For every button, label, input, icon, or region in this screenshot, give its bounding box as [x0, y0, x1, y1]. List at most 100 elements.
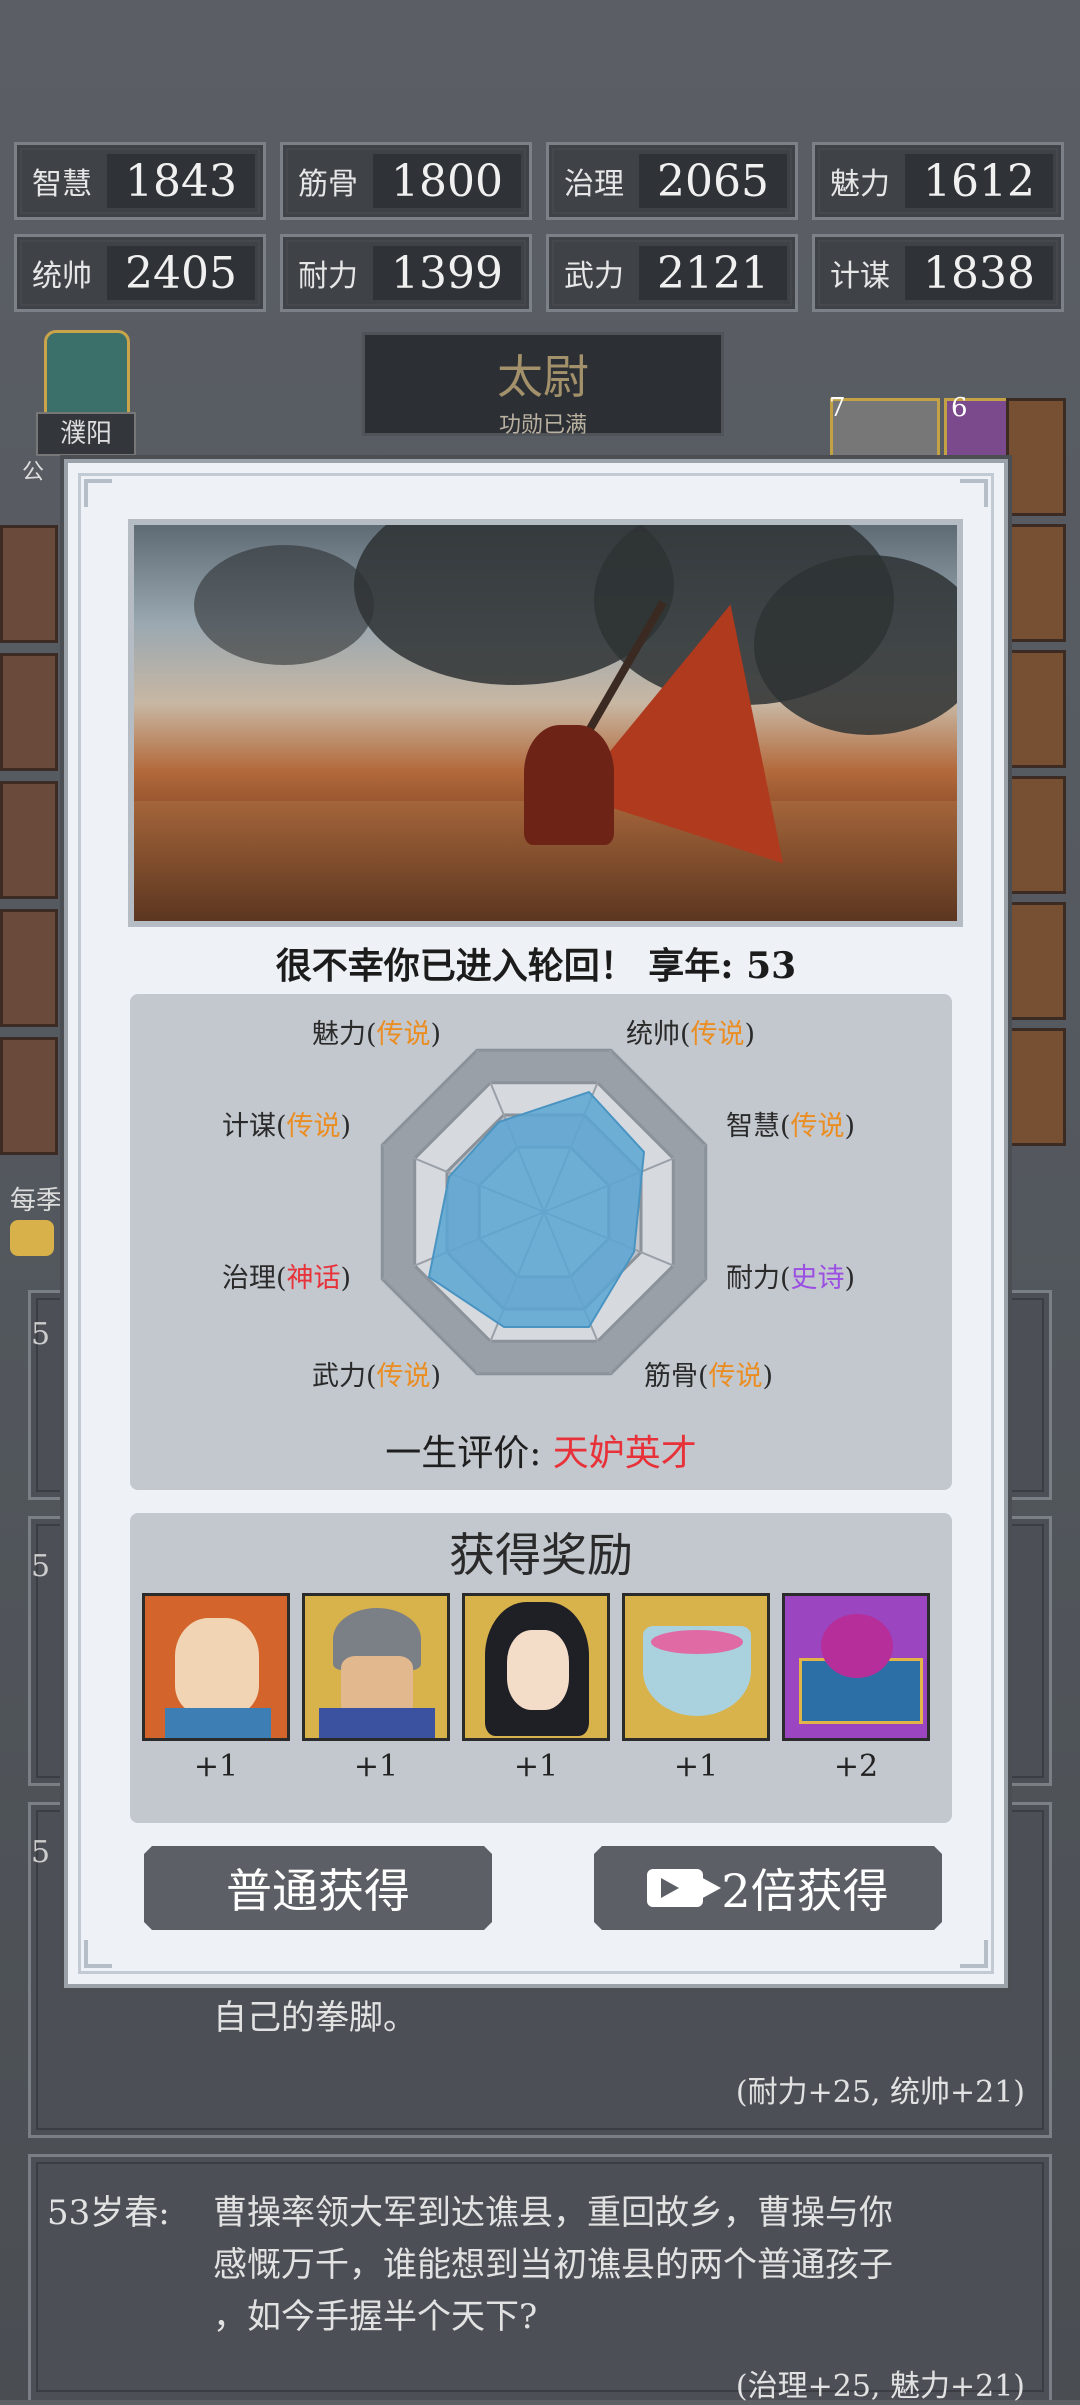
stat-box: 魅力 1612	[812, 142, 1064, 220]
rank-subtitle: 功勋已满	[498, 413, 587, 438]
rank-title-box: 太尉 功勋已满	[362, 332, 724, 438]
hero-card[interactable]	[0, 525, 58, 643]
corner-ornament	[84, 479, 112, 507]
hero-face-icon	[175, 1618, 259, 1714]
stat-box: 计谋 1838	[812, 234, 1064, 312]
location-badge[interactable]: 濮阳 公	[22, 330, 138, 485]
hero-face-icon	[507, 1630, 569, 1710]
stat-label: 筋骨	[298, 167, 358, 202]
hero-card[interactable]	[1006, 902, 1066, 1020]
hero-face-icon	[341, 1656, 413, 1716]
avatar-number: 7	[829, 393, 846, 423]
fallen-warrior	[524, 725, 614, 845]
stat-value: 1843	[107, 154, 255, 208]
radar-label-strategy: 计谋(传说)	[222, 1111, 352, 1142]
stat-box: 耐力 1399	[280, 234, 532, 312]
stat-value: 2065	[639, 154, 787, 208]
stat-box: 统帅 2405	[14, 234, 266, 312]
normal-claim-button[interactable]: 普通获得	[144, 1846, 492, 1930]
log-text: 感慨万千，谁能想到当初谯县的两个普通孩子	[213, 2245, 893, 2285]
hero-card[interactable]	[0, 909, 58, 1027]
death-message: 很不幸你已进入轮回！ 享年: 53	[275, 945, 797, 987]
reward-hero-portrait-3[interactable]	[462, 1593, 610, 1741]
reward-count: +1	[513, 1749, 559, 1784]
corner-ornament	[84, 1940, 112, 1968]
armor-icon	[319, 1708, 435, 1738]
stat-label: 魅力	[830, 167, 890, 202]
log-card: 53岁春: 曹操率领大军到达谯县，重回故乡，曹操与你 感慨万千，谁能想到当初谯县…	[28, 2154, 1052, 2404]
hero-card[interactable]	[1006, 524, 1066, 642]
stat-value: 2405	[107, 246, 255, 300]
log-text: ，如今手握半个天下?	[213, 2297, 538, 2337]
reward-hero-portrait-1[interactable]	[142, 1593, 290, 1741]
stat-box: 智慧 1843	[14, 142, 266, 220]
video-camera-icon	[647, 1869, 703, 1907]
radar-label-governance: 治理(神话)	[222, 1263, 352, 1294]
stat-label: 治理	[564, 167, 624, 202]
season-label: 每季	[10, 1186, 63, 1216]
stat-label: 耐力	[298, 259, 358, 294]
tower-icon	[44, 330, 130, 416]
log-text: 曹操率领大军到达谯县，重回故乡，曹操与你	[213, 2193, 893, 2233]
gold-ingot-icon	[10, 1220, 54, 1256]
hero-card[interactable]	[1006, 1028, 1066, 1146]
reward-count: +2	[833, 1749, 879, 1784]
rewards-panel: 获得奖励 +1 +1 +1 +1 +2	[130, 1513, 952, 1823]
log-card-age: 5	[31, 1317, 51, 1352]
reward-teacup[interactable]	[622, 1593, 770, 1741]
orb-icon	[821, 1614, 893, 1678]
stats-grid: 智慧 1843 筋骨 1800 治理 2065 魅力 1612 统帅 2405 耐力 139…	[14, 142, 1066, 312]
left-hero-column	[0, 525, 58, 1165]
hero-card[interactable]	[1006, 776, 1066, 894]
radar-label-wisdom: 智慧(传说)	[726, 1111, 856, 1142]
reward-count: +1	[673, 1749, 719, 1784]
radar-chart	[380, 1048, 708, 1376]
hero-card[interactable]	[0, 1037, 58, 1155]
stat-value: 1800	[373, 154, 521, 208]
reward-count: +1	[193, 1749, 239, 1784]
location-name: 濮阳	[36, 412, 136, 456]
normal-claim-label: 普通获得	[226, 1864, 410, 1918]
battlefield-illustration	[128, 519, 963, 927]
log-age: 53岁春:	[47, 2193, 170, 2233]
reward-hero-portrait-2[interactable]	[302, 1593, 450, 1741]
corner-ornament	[960, 479, 988, 507]
reward-count: +1	[353, 1749, 399, 1784]
hero-card[interactable]	[1006, 650, 1066, 768]
double-claim-button[interactable]: 2倍获得	[594, 1846, 942, 1930]
attribute-radar-panel: 魅力(传说) 统帅(传说) 计谋(传说) 智慧(传说) 治理(神话) 耐力(史诗…	[130, 994, 952, 1490]
reincarnation-dialog: 很不幸你已进入轮回！ 享年: 53 魅力(传说) 统帅(传说) 计谋(传说) 智…	[60, 455, 1012, 1992]
right-hero-column	[1006, 398, 1066, 1154]
stat-label: 计谋	[830, 259, 890, 294]
log-stat-change: (治理+25, 魅力+21)	[735, 2369, 1025, 2404]
stat-label: 智慧	[32, 167, 92, 202]
corner-ornament	[960, 1940, 988, 1968]
log-card-age: 5	[31, 1549, 51, 1584]
evaluation-value: 天妒英才	[552, 1433, 697, 1474]
hero-card[interactable]	[0, 653, 58, 771]
double-claim-label: 2倍获得	[721, 1864, 889, 1918]
radar-label-force: 武力(传说)	[312, 1361, 442, 1392]
radar-label-physique: 筋骨(传说)	[644, 1361, 774, 1392]
stat-value: 1612	[905, 154, 1053, 208]
avatar-number: 6	[951, 393, 968, 423]
reward-treasure-chest[interactable]	[782, 1593, 930, 1741]
stat-value: 2121	[639, 246, 787, 300]
life-evaluation: 一生评价: 天妒英才	[130, 1424, 952, 1476]
stat-value: 1399	[373, 246, 521, 300]
stat-label: 统帅	[32, 259, 92, 294]
stat-box: 治理 2065	[546, 142, 798, 220]
hero-robe-icon	[165, 1708, 271, 1738]
log-stat-change: (耐力+25, 统帅+21)	[735, 2075, 1025, 2110]
smoke-cloud	[194, 545, 374, 665]
log-card-age: 5	[31, 1835, 51, 1870]
evaluation-label: 一生评价:	[385, 1433, 542, 1474]
hero-card[interactable]	[0, 781, 58, 899]
radar-label-endurance: 耐力(史诗)	[726, 1263, 856, 1294]
stat-box: 筋骨 1800	[280, 142, 532, 220]
stat-value: 1838	[905, 246, 1053, 300]
stat-label: 武力	[564, 259, 624, 294]
hero-card[interactable]	[1006, 398, 1066, 516]
location-sub-label: 公	[22, 460, 45, 485]
stat-box: 武力 2121	[546, 234, 798, 312]
